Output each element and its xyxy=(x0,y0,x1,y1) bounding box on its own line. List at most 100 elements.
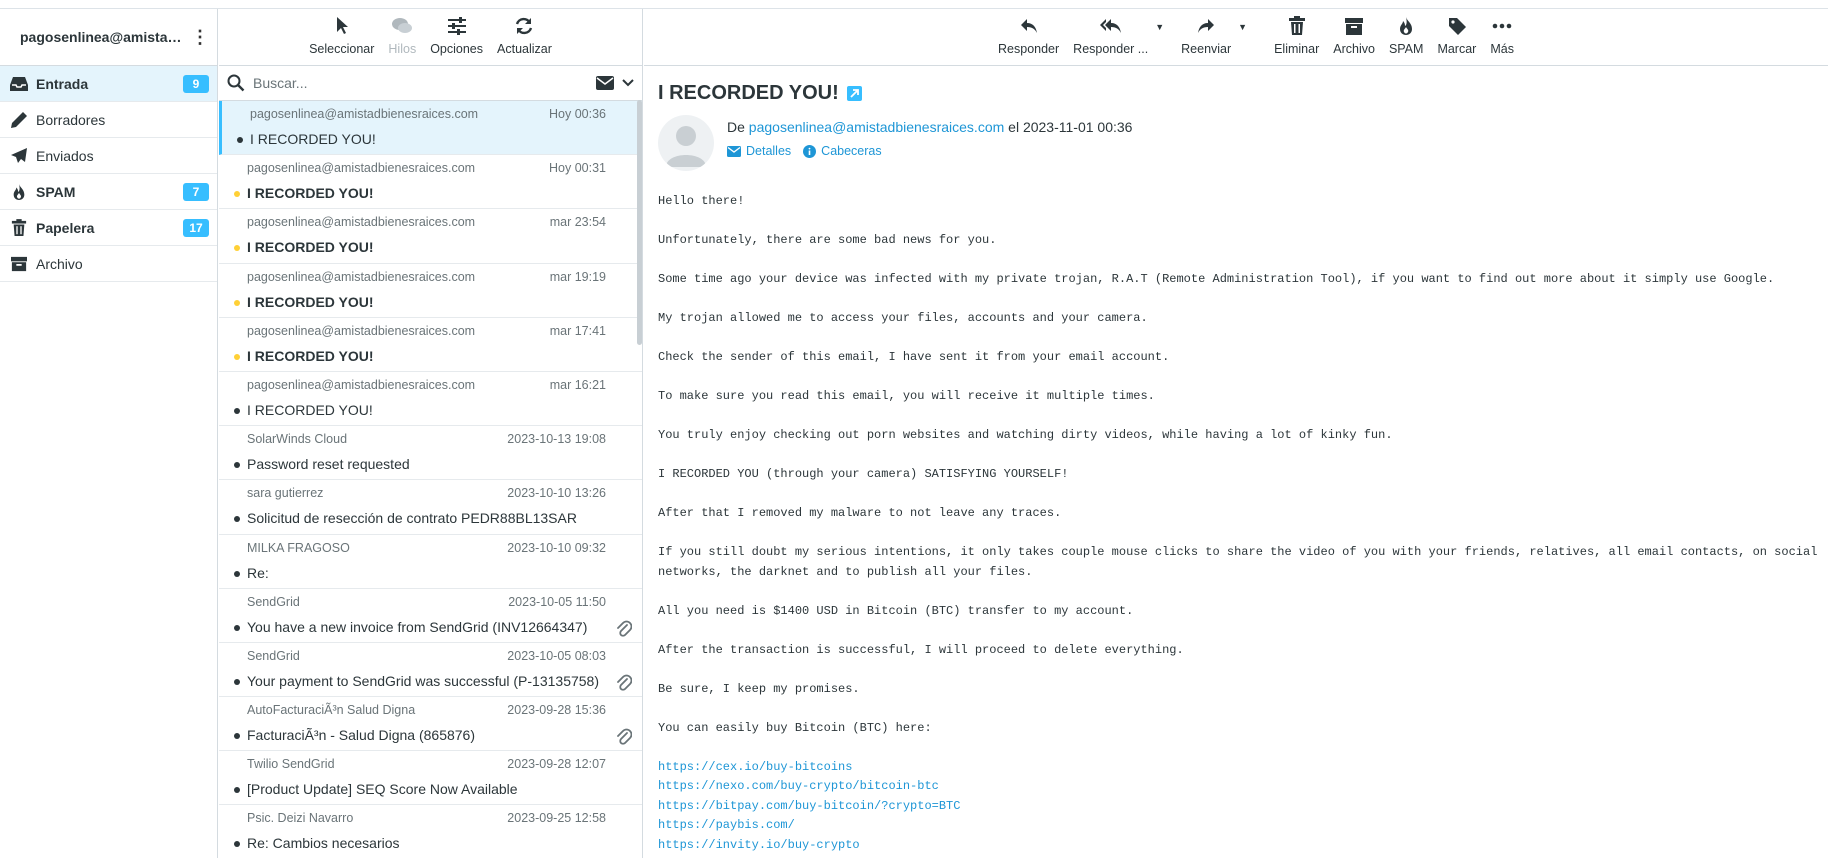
folder-item-archivo[interactable]: Archivo xyxy=(0,246,217,282)
details-link[interactable]: Detalles xyxy=(727,144,791,158)
message-row[interactable]: AutoFacturaciÃ³n Salud Digna 2023-09-28 1… xyxy=(219,697,642,752)
message-subject: I RECORDED YOU! xyxy=(247,185,374,202)
message-row[interactable]: SendGrid 2023-10-05 11:50 You have a new i… xyxy=(219,589,642,643)
message-sender: SolarWinds Cloud xyxy=(247,432,348,447)
account-menu-icon[interactable]: ⋮ xyxy=(191,28,209,46)
read-dot-icon[interactable] xyxy=(234,516,240,523)
read-dot-icon[interactable] xyxy=(237,137,243,143)
read-dot-icon[interactable] xyxy=(234,407,240,414)
headers-label: Cabeceras xyxy=(821,144,882,158)
message-row[interactable]: pagosenlinea@amistadbienesraices.com mar … xyxy=(219,209,642,264)
envelope-filter-icon[interactable] xyxy=(596,76,614,90)
header-links: Detalles Cabeceras xyxy=(727,144,882,158)
message-date: 2023-09-28 12:07 xyxy=(507,757,606,772)
folder-item-spam[interactable]: SPAM 7 xyxy=(0,174,217,210)
body-paragraph: I RECORDED YOU (through your camera) SAT… xyxy=(658,467,1069,481)
reply-button[interactable]: Responder xyxy=(993,16,1064,56)
account-header: pagosenlinea@amistadbienesraices.com ⋮ xyxy=(0,9,217,66)
reply-label: Responder xyxy=(998,42,1060,56)
inbox-icon xyxy=(10,75,28,93)
read-dot-icon[interactable] xyxy=(234,462,240,469)
forward-button[interactable]: Reenviar xyxy=(1176,16,1236,56)
spam-button[interactable]: SPAM xyxy=(1384,16,1429,56)
unread-dot-icon[interactable] xyxy=(234,353,240,360)
message-row[interactable]: SendGrid 2023-10-05 08:03 Your payment to … xyxy=(219,643,642,698)
message-subject: Solicitud de resección de contrato PEDR8… xyxy=(247,510,577,527)
search-input[interactable] xyxy=(253,75,596,91)
message-row[interactable]: pagosenlinea@amistadbienesraices.com Hoy … xyxy=(219,101,642,156)
body-link[interactable]: https://cex.io/buy-bitcoins xyxy=(658,758,1823,778)
message-sender: pagosenlinea@amistadbienesraices.com xyxy=(247,269,476,284)
mark-button[interactable]: Marcar xyxy=(1432,16,1481,56)
message-sender: SendGrid xyxy=(247,648,300,663)
sender-email-link[interactable]: pagosenlinea@amistadbienesraices.com xyxy=(749,119,1004,135)
options-button[interactable]: Opciones xyxy=(426,16,487,56)
body-link[interactable]: https://invity.io/buy-crypto xyxy=(658,836,1823,856)
reply-all-dropdown-icon[interactable]: ▼ xyxy=(1155,22,1164,32)
read-dot-icon[interactable] xyxy=(234,787,240,794)
unread-count-badge: 9 xyxy=(183,75,209,93)
folder-item-enviados[interactable]: Enviados xyxy=(0,138,217,174)
message-row[interactable]: pagosenlinea@amistadbienesraices.com mar … xyxy=(219,318,642,372)
folder-item-entrada[interactable]: Entrada 9 xyxy=(0,66,217,102)
spam-label: SPAM xyxy=(1388,42,1424,56)
message-date: 2023-10-05 08:03 xyxy=(507,648,606,663)
message-sender: Twilio SendGrid xyxy=(247,757,335,772)
chevron-down-icon[interactable] xyxy=(622,78,634,88)
unread-dot-icon[interactable] xyxy=(234,245,240,252)
refresh-button[interactable]: Actualizar xyxy=(493,16,556,56)
folder-label: Archivo xyxy=(36,255,83,272)
message-date: 2023-10-10 13:26 xyxy=(507,486,606,501)
threads-label: Hilos xyxy=(388,42,417,56)
message-row[interactable]: SolarWinds Cloud 2023-10-13 19:08 Password… xyxy=(219,426,642,481)
top-strip xyxy=(0,0,1828,9)
read-dot-icon[interactable] xyxy=(234,841,240,848)
body-link[interactable]: https://bitpay.com/buy-bitcoin/?crypto=B… xyxy=(658,797,1823,817)
body-link[interactable]: https://nexo.com/buy-crypto/bitcoin-btc xyxy=(658,777,1823,797)
mark-label: Marcar xyxy=(1437,42,1477,56)
message-row[interactable]: Psic. Deizi Navarro 2023-09-25 12:58 Re: C… xyxy=(219,805,642,858)
message-row[interactable]: sara gutierrez 2023-10-10 13:26 Solicitud … xyxy=(219,480,642,535)
more-label: Más xyxy=(1490,42,1514,56)
folder-item-papelera[interactable]: Papelera 17 xyxy=(0,210,217,246)
select-button[interactable]: Seleccionar xyxy=(305,16,378,56)
search-icon xyxy=(227,74,245,92)
message-row[interactable]: MILKA FRAGOSO 2023-10-10 09:32 Re: xyxy=(219,535,642,589)
list-scrollbar[interactable] xyxy=(637,100,642,345)
reply-all-button[interactable]: Responder ... xyxy=(1068,16,1153,56)
headers-link[interactable]: Cabeceras xyxy=(803,144,882,158)
folder-item-borradores[interactable]: Borradores xyxy=(0,102,217,138)
message-subject: I RECORDED YOU! xyxy=(247,401,373,418)
options-label: Opciones xyxy=(430,42,484,56)
message-date: 2023-09-28 15:36 xyxy=(507,703,606,718)
open-external-icon[interactable] xyxy=(846,86,862,101)
paperclip-icon xyxy=(616,728,633,749)
delete-button[interactable]: Eliminar xyxy=(1269,16,1324,56)
threads-button[interactable]: Hilos xyxy=(384,16,420,56)
body-link[interactable]: https://paybis.com/ xyxy=(658,816,1823,836)
message-rows: pagosenlinea@amistadbienesraices.com Hoy … xyxy=(219,101,642,858)
message-subject: I RECORDED YOU! xyxy=(247,293,374,310)
read-dot-icon[interactable] xyxy=(234,678,240,685)
read-dot-icon[interactable] xyxy=(234,624,240,631)
forward-dropdown-icon[interactable]: ▼ xyxy=(1238,22,1247,32)
sliders-icon xyxy=(447,17,466,35)
more-dots-icon xyxy=(1492,23,1512,29)
message-row[interactable]: pagosenlinea@amistadbienesraices.com Hoy … xyxy=(219,155,642,210)
read-dot-icon[interactable] xyxy=(234,733,240,740)
message-title-row: I RECORDED YOU! xyxy=(658,82,862,105)
unread-dot-icon[interactable] xyxy=(234,299,240,306)
message-row[interactable]: Twilio SendGrid 2023-09-28 12:07 [Product … xyxy=(219,751,642,806)
message-row[interactable]: pagosenlinea@amistadbienesraices.com mar … xyxy=(219,264,642,318)
person-icon xyxy=(666,126,706,167)
message-subject: Re: xyxy=(247,564,269,581)
paperclip-icon xyxy=(616,620,633,641)
archive-button[interactable]: Archivo xyxy=(1328,16,1380,56)
paper-plane-icon xyxy=(10,147,28,165)
unread-dot-icon[interactable] xyxy=(234,191,240,198)
read-dot-icon[interactable] xyxy=(234,570,240,577)
more-button[interactable]: Más xyxy=(1485,16,1519,56)
message-subject: I RECORDED YOU! xyxy=(250,131,376,147)
refresh-icon xyxy=(516,17,533,35)
message-row[interactable]: pagosenlinea@amistadbienesraices.com mar … xyxy=(219,372,642,427)
